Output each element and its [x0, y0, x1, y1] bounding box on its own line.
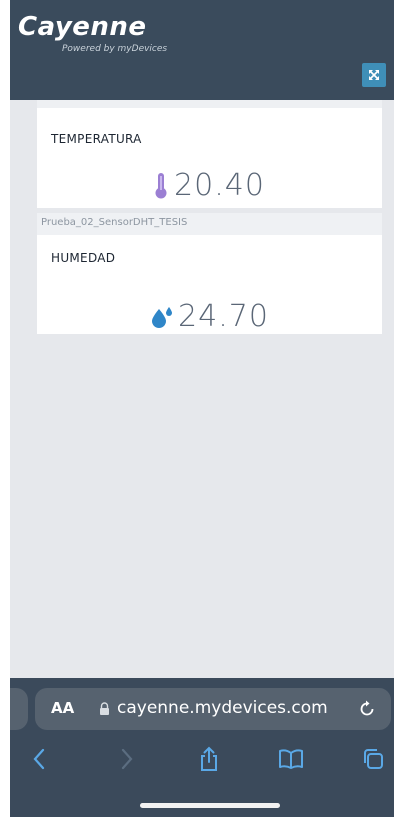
app-screen: Cayenne Powered by myDevices TEMPERATURA… — [10, 0, 394, 817]
tabs-icon — [364, 749, 383, 769]
share-button[interactable] — [194, 744, 224, 774]
back-button[interactable] — [24, 744, 54, 774]
browser-toolbar: AA cayenne.mydevices.com — [10, 678, 394, 817]
bookmarks-button[interactable] — [276, 744, 306, 774]
expand-button[interactable] — [362, 63, 386, 87]
share-icon — [201, 746, 217, 771]
home-indicator[interactable] — [140, 803, 280, 808]
thermometer-icon — [155, 172, 167, 198]
url-text[interactable]: cayenne.mydevices.com — [117, 698, 328, 718]
previous-tab-edge[interactable] — [10, 688, 28, 730]
bookmarks-icon — [279, 749, 303, 769]
temperature-widget[interactable]: TEMPERATURA 20.40 — [37, 108, 382, 208]
device-strip: Prueba_02_SensorDHT_TESIS — [37, 213, 382, 235]
lock-icon — [100, 702, 109, 715]
reload-icon[interactable] — [357, 699, 377, 719]
device-name: Prueba_02_SensorDHT_TESIS — [41, 217, 188, 228]
forward-button[interactable] — [112, 744, 142, 774]
tabs-button[interactable] — [358, 744, 388, 774]
widget-value-row: 20.40 — [37, 168, 382, 203]
address-bar[interactable]: AA cayenne.mydevices.com — [35, 688, 391, 730]
logo-subtitle: Powered by myDevices — [62, 44, 168, 54]
widget-value-row: 24.70 — [37, 299, 382, 334]
text-size-button[interactable]: AA — [51, 699, 74, 717]
widget-label: TEMPERATURA — [51, 132, 142, 146]
temperature-value: 20.40 — [174, 168, 265, 203]
humidity-value: 24.70 — [178, 299, 269, 334]
water-drop-icon — [152, 306, 173, 328]
app-header: Cayenne Powered by myDevices — [10, 0, 394, 100]
cayenne-logo: Cayenne — [18, 12, 147, 42]
forward-icon — [121, 748, 133, 770]
previous-widget-header — [37, 100, 382, 108]
humidity-widget[interactable]: HUMEDAD 24.70 — [37, 235, 382, 334]
expand-icon — [369, 70, 379, 80]
back-icon — [33, 748, 45, 770]
browser-nav — [10, 740, 394, 780]
widget-label: HUMEDAD — [51, 251, 116, 265]
